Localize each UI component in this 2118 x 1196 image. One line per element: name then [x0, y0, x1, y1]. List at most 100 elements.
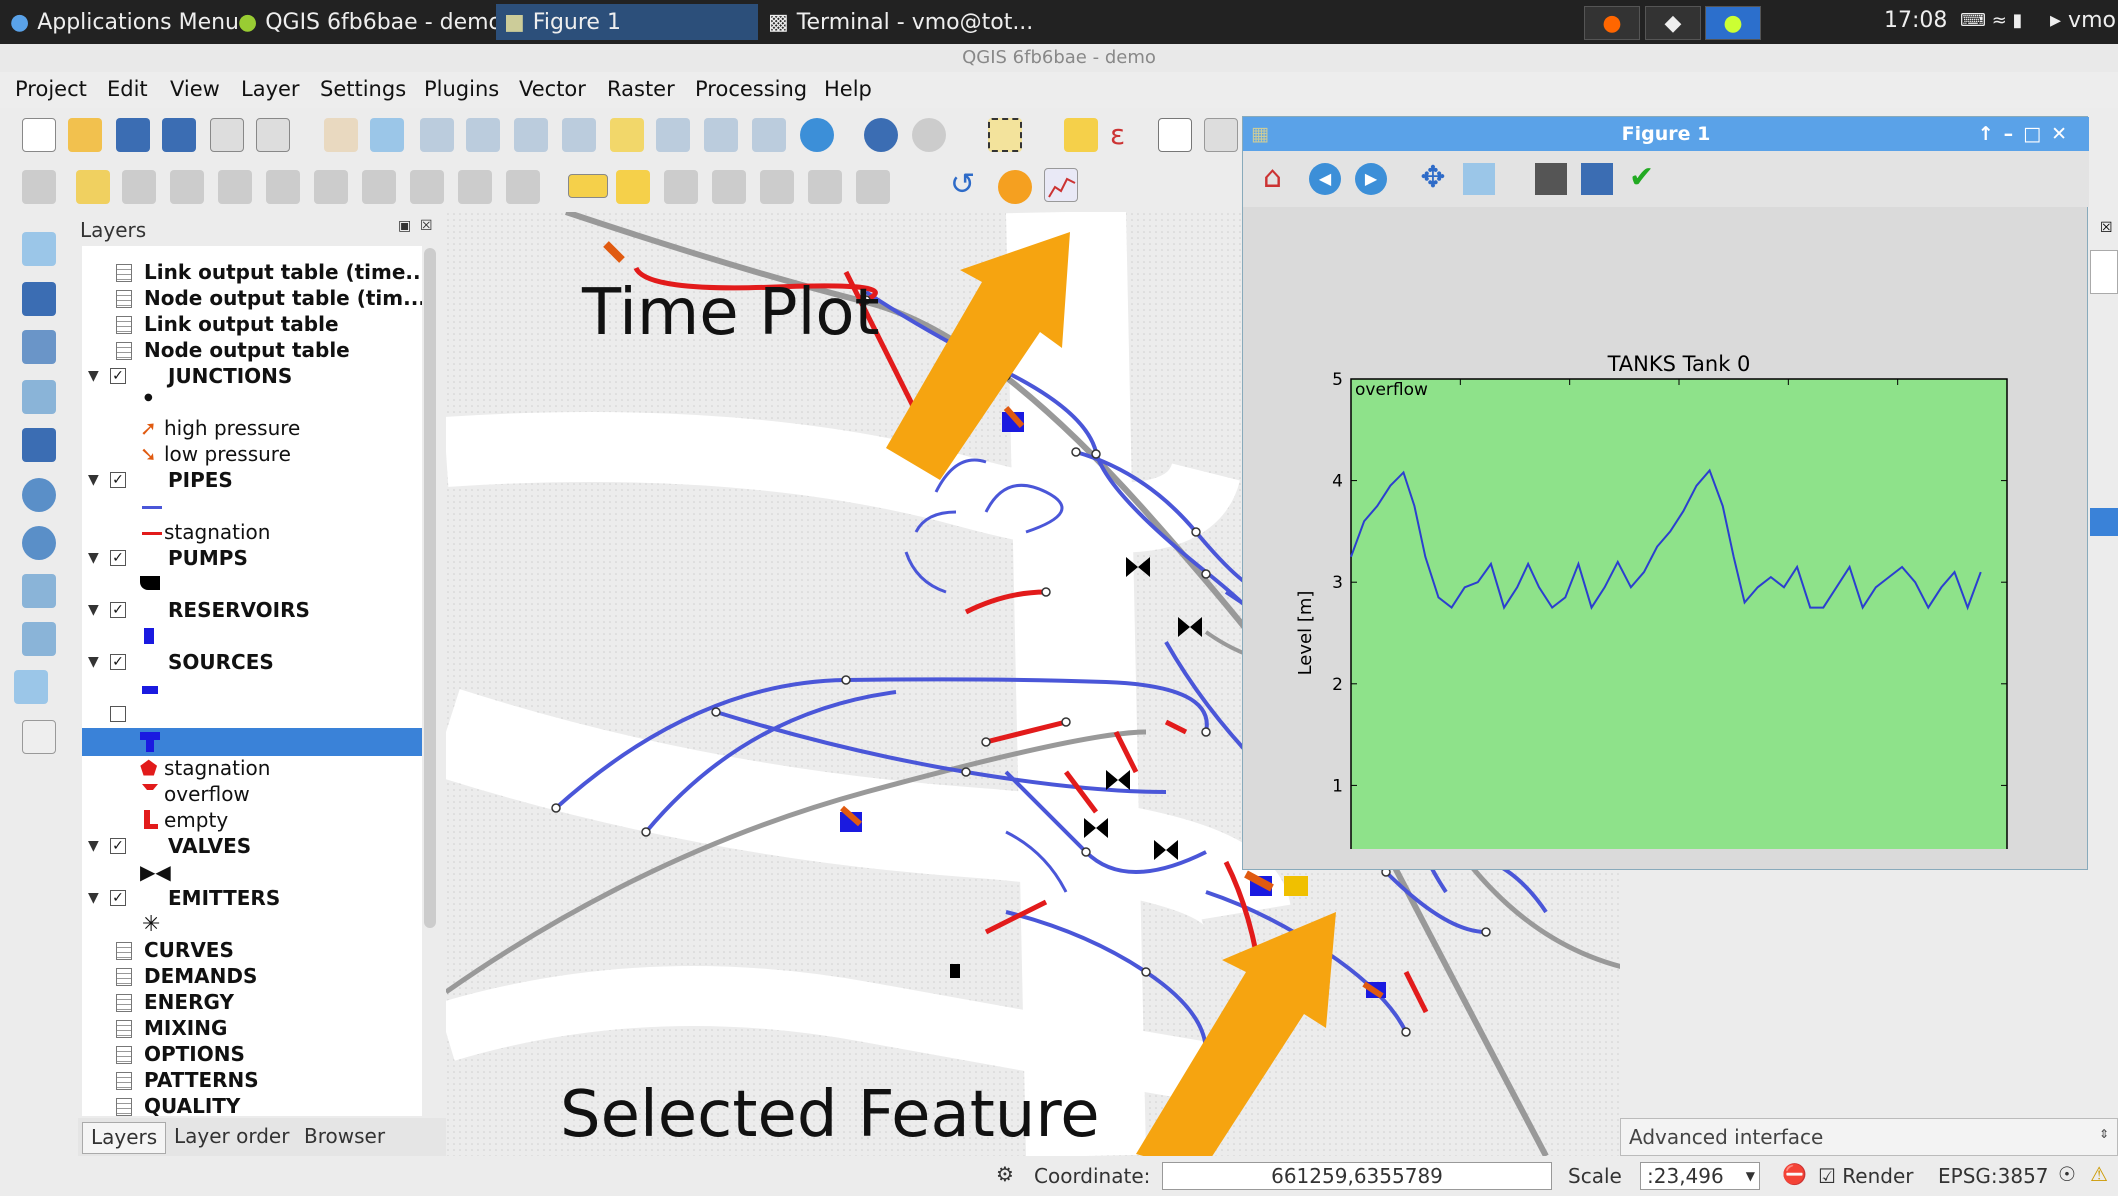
expression-select-icon[interactable]: ε	[1110, 118, 1144, 152]
add-postgis-layer-icon[interactable]	[22, 330, 56, 364]
add-mssql-layer-icon[interactable]	[22, 428, 56, 462]
coordinate-capture-icon[interactable]: ⚙	[996, 1162, 1014, 1186]
messages-warning-icon[interactable]: ⚠	[2090, 1162, 2108, 1186]
pan-icon[interactable]	[324, 118, 358, 152]
scale-field[interactable]: :23,496 ▼	[1640, 1162, 1760, 1190]
figure-titlebar[interactable]: Figure 1 ▦ ↑–□✕	[1243, 117, 2089, 151]
dock-selected-item[interactable]	[2090, 508, 2118, 536]
pan-move-icon[interactable]: ✥	[1417, 163, 1449, 195]
expand-icon[interactable]: ▼	[88, 550, 99, 566]
qgis-launcher-icon[interactable]: ●	[1705, 6, 1761, 40]
close-panel-icon[interactable]: ☒	[420, 218, 433, 234]
dock-input[interactable]	[2090, 250, 2118, 294]
rotate-label-icon[interactable]	[808, 170, 842, 204]
show-labels-icon[interactable]	[712, 170, 746, 204]
visibility-checkbox[interactable]: ✓	[110, 890, 126, 906]
menu-settings[interactable]: Settings	[320, 77, 406, 101]
crs-globe-icon[interactable]: ☉	[2058, 1162, 2076, 1186]
change-label-icon[interactable]	[856, 170, 890, 204]
layer-tree-scrollbar[interactable]	[424, 248, 436, 928]
toggle-editing-icon[interactable]	[76, 170, 110, 204]
expand-icon[interactable]: ▼	[88, 890, 99, 906]
expand-icon[interactable]: ▼	[88, 472, 99, 488]
zoom-last-icon[interactable]	[704, 118, 738, 152]
menu-raster[interactable]: Raster	[607, 77, 675, 101]
vim-launcher-icon[interactable]: ◆	[1645, 6, 1701, 40]
menu-help[interactable]: Help	[824, 77, 872, 101]
user-menu[interactable]: ▸ vmo	[2050, 8, 2116, 33]
add-feature-icon[interactable]	[170, 170, 204, 204]
new-shapefile-icon[interactable]	[14, 670, 48, 704]
zoom-rect-icon[interactable]	[1463, 163, 1495, 195]
expand-icon[interactable]: ▼	[88, 368, 99, 384]
add-spatialite-layer-icon[interactable]	[22, 380, 56, 414]
save-figure-icon[interactable]	[1581, 163, 1613, 195]
apply-check-icon[interactable]: ✔	[1629, 163, 1661, 195]
pan-to-selection-icon[interactable]	[370, 118, 404, 152]
home-icon[interactable]: ⌂	[1263, 163, 1295, 195]
zoom-native-icon[interactable]	[514, 118, 548, 152]
time-plot-chart[interactable]: TANKS Tank 0Time [min]Level [m]050010001…	[1243, 209, 2089, 849]
node-tool-icon[interactable]	[266, 170, 300, 204]
visibility-checkbox[interactable]: ✓	[110, 706, 126, 722]
add-wfs-layer-icon[interactable]	[22, 574, 56, 608]
zoom-next-icon[interactable]	[752, 118, 786, 152]
zoom-full-icon[interactable]	[562, 118, 596, 152]
configure-subplots-icon[interactable]	[1535, 163, 1567, 195]
menu-plugins[interactable]: Plugins	[424, 77, 499, 101]
expand-icon[interactable]: ▼	[88, 654, 99, 670]
task-qgis[interactable]: ● QGIS 6fb6bae - demo	[230, 4, 510, 40]
move-label-icon[interactable]	[760, 170, 794, 204]
add-vector-layer-icon[interactable]	[22, 232, 56, 266]
tab-layers[interactable]: Layers	[82, 1122, 167, 1154]
crs-label[interactable]: EPSG:3857	[1938, 1164, 2049, 1188]
action-icon[interactable]	[912, 118, 946, 152]
refresh-icon[interactable]	[800, 118, 834, 152]
menu-view[interactable]: View	[170, 77, 220, 101]
open-project-icon[interactable]	[68, 118, 102, 152]
tab-browser[interactable]: Browser	[296, 1122, 393, 1154]
advanced-interface-combo[interactable]: Advanced interface ⇕	[1620, 1118, 2118, 1156]
attribute-table-icon[interactable]	[1158, 118, 1192, 152]
window-controls[interactable]: ↑–□✕	[1978, 117, 2077, 151]
zoom-out-icon[interactable]	[466, 118, 500, 152]
menu-project[interactable]: Project	[15, 77, 87, 101]
edits-icon[interactable]	[22, 170, 56, 204]
coordinate-field[interactable]: 661259,6355789	[1162, 1162, 1552, 1190]
visibility-checkbox[interactable]: ✓	[110, 472, 126, 488]
expand-icon[interactable]: ▼	[88, 706, 99, 722]
add-wcs-layer-icon[interactable]	[22, 526, 56, 560]
delete-selected-icon[interactable]	[314, 170, 348, 204]
save-project-icon[interactable]	[116, 118, 150, 152]
deselect-icon[interactable]	[1064, 118, 1098, 152]
zoom-in-icon[interactable]	[420, 118, 454, 152]
remove-layer-icon[interactable]	[22, 720, 56, 754]
digitize-icon[interactable]	[506, 170, 540, 204]
save-as-icon[interactable]	[162, 118, 196, 152]
label-icon[interactable]	[568, 174, 608, 198]
add-delimited-text-icon[interactable]	[22, 622, 56, 656]
expand-icon[interactable]: ▼	[88, 602, 99, 618]
forward-icon[interactable]: ▶	[1355, 163, 1387, 195]
layer-labeling-icon[interactable]	[616, 170, 650, 204]
new-print-composer-icon[interactable]	[210, 118, 244, 152]
time-plot-icon[interactable]	[1044, 168, 1078, 202]
add-raster-layer-icon[interactable]	[22, 282, 56, 316]
visibility-checkbox[interactable]: ✓	[110, 368, 126, 384]
composer-manager-icon[interactable]	[256, 118, 290, 152]
menu-processing[interactable]: Processing	[695, 77, 807, 101]
visibility-checkbox[interactable]: ✓	[110, 654, 126, 670]
paste-features-icon[interactable]	[458, 170, 492, 204]
menu-edit[interactable]: Edit	[107, 77, 148, 101]
move-feature-icon[interactable]	[218, 170, 252, 204]
back-icon[interactable]: ◀	[1309, 163, 1341, 195]
cut-features-icon[interactable]	[362, 170, 396, 204]
expand-icon[interactable]: ▼	[88, 838, 99, 854]
float-panel-icon[interactable]: ▣	[398, 218, 411, 234]
task-terminal[interactable]: ▩ Terminal - vmo@tot...	[760, 4, 1041, 40]
stop-render-icon[interactable]: ⛔	[1782, 1162, 1807, 1186]
menu-vector[interactable]: Vector	[519, 77, 586, 101]
zoom-to-layer-icon[interactable]	[656, 118, 690, 152]
zoom-to-selection-icon[interactable]	[610, 118, 644, 152]
undo-icon[interactable]: ↺	[950, 170, 984, 204]
